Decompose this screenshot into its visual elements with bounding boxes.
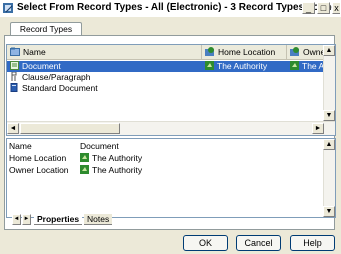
close-button[interactable]: x — [332, 2, 340, 14]
record-types-list[interactable]: Name Home Location Owner Docum — [6, 44, 336, 136]
select-record-types-dialog: Select From Record Types - All (Electron… — [0, 0, 341, 254]
tab-notes[interactable]: Notes — [84, 214, 113, 225]
location-icon — [80, 165, 89, 174]
minimize-button[interactable]: _ — [302, 2, 315, 14]
document-icon — [10, 61, 19, 70]
clause-icon — [11, 72, 17, 81]
location-icon — [290, 61, 299, 70]
scroll-up-button[interactable]: ▲ — [323, 139, 335, 150]
column-header-owner[interactable]: Owner — [287, 45, 325, 60]
scroll-left-button[interactable]: ◄ — [7, 123, 19, 134]
property-label: Name — [9, 141, 32, 151]
property-label: Home Location — [9, 153, 67, 163]
title-bar[interactable]: Select From Record Types - All (Electron… — [0, 0, 341, 17]
row-home-location: The Authority — [217, 61, 268, 71]
row-owner: The Aut — [302, 61, 325, 71]
window-title: Select From Record Types - All (Electron… — [17, 2, 338, 13]
property-value: Document — [80, 141, 119, 151]
row-name: Document — [22, 61, 61, 71]
tab-scroll-left-button[interactable]: ◄ — [12, 214, 21, 225]
location-icon — [290, 47, 299, 56]
location-icon — [205, 61, 214, 70]
horizontal-scroll-thumb[interactable] — [20, 123, 120, 134]
help-button[interactable]: Help — [290, 235, 335, 251]
property-value: The Authority — [92, 153, 143, 163]
column-header-name[interactable]: Name — [7, 45, 202, 60]
list-row-clause-paragraph[interactable]: Clause/Paragraph — [7, 72, 325, 83]
list-horizontal-scrollbar[interactable]: ◄ ► — [7, 121, 335, 135]
maximize-button[interactable]: □ — [317, 2, 330, 14]
location-icon — [205, 47, 214, 56]
app-icon — [3, 3, 13, 13]
location-icon — [80, 153, 89, 162]
properties-pane[interactable]: Name Document Home Location The Authorit… — [6, 138, 336, 218]
property-value: The Authority — [92, 165, 143, 175]
list-row-standard-document[interactable]: Standard Document — [7, 83, 325, 94]
row-name: Standard Document — [22, 83, 98, 93]
tab-scroll-right-button[interactable]: ► — [22, 214, 31, 225]
scroll-up-button[interactable]: ▲ — [323, 45, 335, 56]
cancel-button[interactable]: Cancel — [236, 235, 281, 251]
property-label: Owner Location — [9, 165, 69, 175]
tab-properties[interactable]: Properties — [34, 214, 83, 225]
scroll-right-button[interactable]: ► — [312, 123, 324, 134]
name-column-icon — [10, 47, 20, 56]
standard-document-icon — [10, 83, 18, 92]
list-header: Name Home Location Owner — [7, 45, 335, 60]
scroll-down-button[interactable]: ▼ — [323, 110, 335, 121]
properties-vertical-scrollbar[interactable]: ▲ ▼ — [323, 139, 335, 217]
list-row-document[interactable]: Document The Authority The Aut — [7, 61, 325, 72]
list-vertical-scrollbar[interactable]: ▲ ▼ — [323, 45, 335, 121]
scroll-down-button[interactable]: ▼ — [323, 206, 335, 217]
row-name: Clause/Paragraph — [22, 72, 91, 82]
column-header-home-location[interactable]: Home Location — [202, 45, 287, 60]
ok-button[interactable]: OK — [183, 235, 228, 251]
